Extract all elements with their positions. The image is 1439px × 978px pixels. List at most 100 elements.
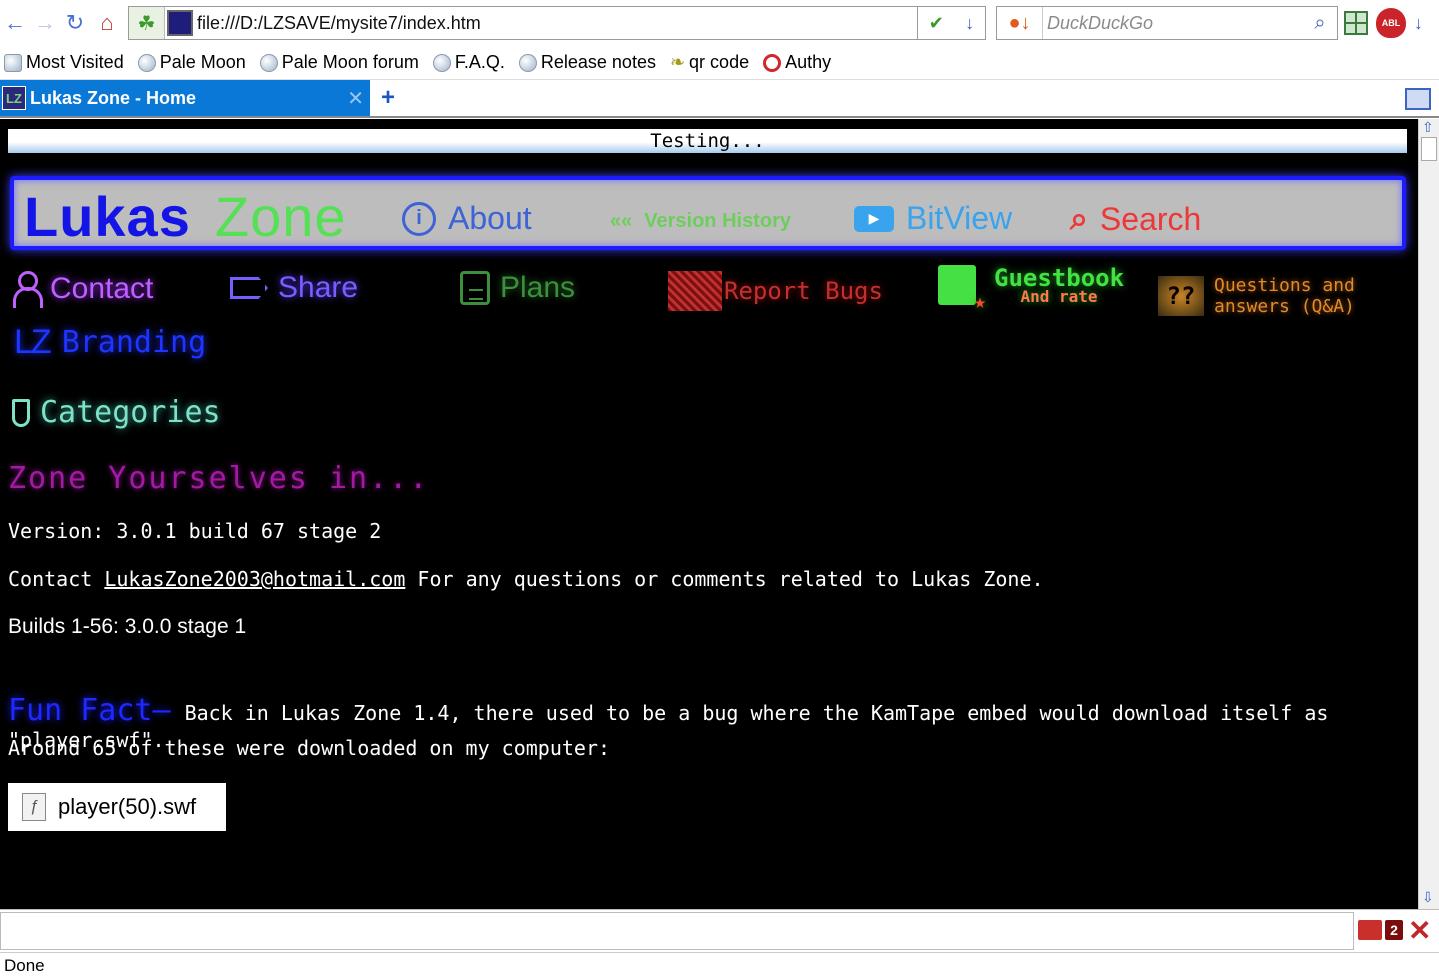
download-arrow-icon[interactable]: ↓ [965,13,974,34]
fun-fact-line2: Around 65 of these were downloaded on my… [8,736,611,760]
bookmark-pale-moon-forum[interactable]: Pale Moon forum [259,52,419,73]
share-icon [230,277,268,299]
tag-icon [12,398,30,427]
home-icon[interactable]: ⌂ [92,8,122,38]
contact-line: Contact LukasZone2003@hotmail.com For an… [8,567,1044,591]
toolbox-icon[interactable] [1358,920,1382,940]
url-text[interactable]: file:///D:/LZSAVE/mysite7/index.htm [197,13,481,34]
guestbook-text: Guestbook And rate [994,266,1124,306]
qa-text: Questions and answers (Q&A) [1214,275,1355,317]
nav-search[interactable]: ⌕ Search [1070,200,1201,238]
puzzle-icon[interactable]: ☘ [129,7,165,39]
tab-title: Lukas Zone - Home [30,87,197,108]
globe-icon [259,53,278,72]
version-line: Version: 3.0.1 build 67 stage 2 [8,519,382,543]
bookmark-label: Authy [785,52,832,72]
contact-email-link[interactable]: LukasZone2003@hotmail.com [104,567,405,591]
info-icon: i [402,201,436,236]
bookmark-qr-code[interactable]: ❧ qr code [670,52,749,73]
vertical-scrollbar[interactable]: ⇧ ⇩ [1418,119,1439,909]
bookmark-pale-moon[interactable]: Pale Moon [137,52,246,73]
logo-zone: Zone [214,185,347,248]
tab-lukas-zone-home[interactable]: LZ Lukas Zone - Home ✕ [0,80,370,116]
bookmark-most-visited[interactable]: Most Visited [4,52,124,73]
search-icon[interactable]: ⌕ [1303,12,1337,35]
find-input[interactable] [0,912,1354,950]
file-name: player(50).swf [58,794,197,819]
link-contact-label: Contact [50,272,154,305]
bug-icon [668,271,722,311]
link-share[interactable]: Share [230,271,358,305]
nav-about[interactable]: i About [402,200,532,237]
browser-toolbar: ← → ↻ ⌂ ☘ file:///D:/LZSAVE/mysite7/inde… [0,0,1439,46]
find-bar: 2 ✕ [0,909,1439,951]
nav-bitview-label: BitView [906,200,1013,236]
document-icon [460,271,490,305]
grid-icon[interactable] [1344,11,1368,35]
categories-toggle[interactable]: Categories [12,395,221,430]
site-favicon-icon [167,10,193,36]
close-icon[interactable]: ✕ [1408,914,1431,947]
scroll-thumb[interactable] [1421,137,1437,161]
link-report-bugs[interactable]: Report Bugs [668,271,883,311]
site-logo[interactable]: Lukas Zone [24,184,347,249]
qa-line2: answers (Q&A) [1214,296,1355,317]
site-header-banner: Lukas Zone i About «« Version History ▶ B… [10,176,1406,250]
link-qa[interactable]: ?? Questions and answers (Q&A) [1158,275,1355,317]
rewind-icon: «« [610,210,633,232]
url-bar[interactable]: ☘ file:///D:/LZSAVE/mysite7/index.htm [128,6,918,40]
fun-fact-title: Fun Fact— [8,693,171,728]
close-tab-icon[interactable]: ✕ [347,86,364,111]
page-viewport: Testing... Lukas Zone i About «« Version … [0,119,1418,909]
link-guestbook[interactable]: Guestbook And rate [938,265,1124,313]
status-bar: Done [0,952,1439,978]
guestbook-icon [938,265,986,313]
nav-bitview[interactable]: ▶ BitView [854,200,1012,237]
most-visited-icon [4,53,22,72]
bookmark-label: Most Visited [26,52,124,72]
swf-file-icon: ƒ [22,793,46,821]
nav-version-history[interactable]: «« Version History [610,210,791,233]
swf-file-item[interactable]: ƒ player(50).swf [8,783,226,831]
globe-icon [518,53,537,72]
go-icon[interactable]: ✔ [929,13,944,34]
nav-version-label: Version History [644,210,791,232]
back-arrow-icon[interactable]: ← [0,8,30,38]
forward-arrow-icon[interactable]: → [30,8,60,38]
link-branding-label: Branding [61,325,207,360]
testing-marquee: Testing... [8,129,1407,153]
search-icon: ⌕ [1070,200,1088,236]
scroll-up-icon[interactable]: ⇧ [1422,119,1434,136]
search-placeholder[interactable]: DuckDuckGo [1043,13,1303,34]
bookmark-label: Release notes [540,52,656,72]
bookmark-authy[interactable]: Authy [763,52,831,73]
lz-favicon-icon: LZ [2,86,26,110]
bookmark-release-notes[interactable]: Release notes [518,52,656,73]
link-lz-branding[interactable]: LZ Branding [14,323,206,362]
adblock-icon[interactable]: ABL [1376,8,1406,38]
bookmark-label: Pale Moon forum [281,52,419,72]
menu-arrow-icon[interactable]: ↓ [1414,13,1423,34]
bookmark-faq[interactable]: F.A.Q. [432,52,505,73]
scroll-down-icon[interactable]: ⇩ [1422,889,1434,906]
duckduckgo-icon[interactable]: ●↓ [997,7,1043,39]
link-contact[interactable]: Contact [12,271,154,308]
bookmark-label: F.A.Q. [454,52,505,72]
search-bar[interactable]: ●↓ DuckDuckGo ⌕ [996,6,1338,40]
tab-list-icon[interactable] [1405,88,1431,110]
play-icon: ▶ [854,205,894,232]
bookmarks-bar: Most Visited Pale Moon Pale Moon forum F… [0,46,1439,80]
bookmark-label: Pale Moon [159,52,246,72]
logo-lukas: Lukas [24,185,191,248]
qa-line1: Questions and [1214,275,1355,296]
reload-icon[interactable]: ↻ [60,8,90,38]
contact-suffix: For any questions or comments related to… [417,567,1044,591]
lz-logo-icon: LZ [14,323,52,361]
question-marks-icon: ?? [1158,276,1204,316]
new-tab-button[interactable]: + [370,84,406,112]
link-guestbook-sub: And rate [1020,287,1098,306]
authy-icon [763,53,782,72]
tab-strip: LZ Lukas Zone - Home ✕ + [0,80,1439,118]
contact-prefix: Contact [8,567,93,591]
link-plans[interactable]: Plans [460,271,575,305]
